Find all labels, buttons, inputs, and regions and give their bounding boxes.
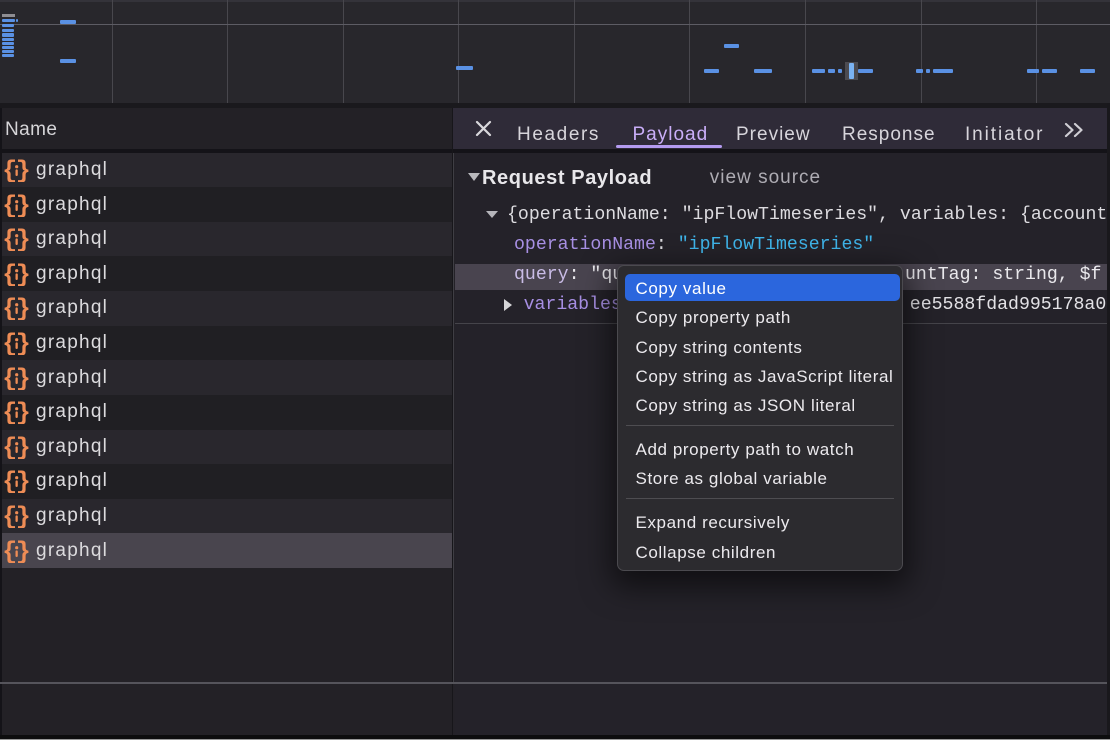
svg-text:}: } [15,262,28,286]
svg-text:}: } [15,469,28,493]
svg-text:}: } [15,331,28,355]
svg-text:}: } [15,366,28,390]
svg-text:}: } [15,193,28,217]
svg-text:}: } [15,296,28,320]
svg-text:}: } [15,227,28,251]
svg-text:}: } [15,400,28,424]
svg-text:}: } [15,539,28,563]
svg-text:}: } [15,158,28,182]
svg-text:}: } [15,504,28,528]
svg-text:}: } [15,435,28,459]
